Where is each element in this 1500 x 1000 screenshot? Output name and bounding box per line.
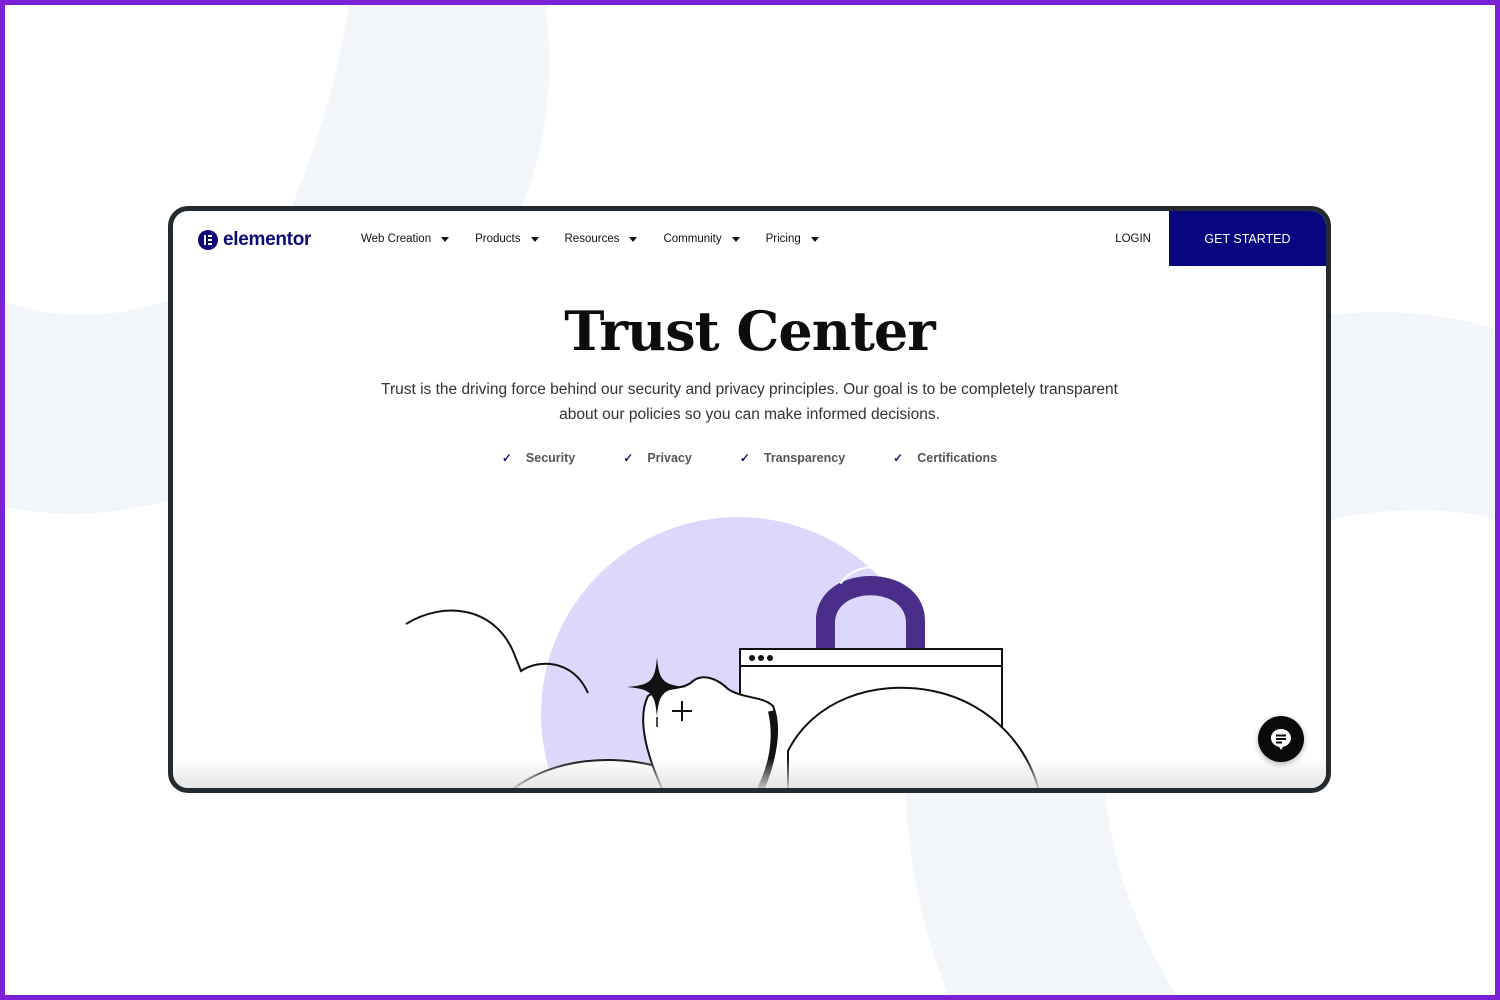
check-icon: ✓ (893, 451, 904, 465)
browser-frame: elementor Web Creation Products Resource… (168, 206, 1331, 793)
feature-label: Security (525, 451, 576, 465)
get-started-button[interactable]: GET STARTED (1169, 211, 1326, 266)
security-illustration (405, 517, 1040, 788)
menu-label: Resources (564, 233, 620, 245)
logo-text: elementor (223, 229, 312, 250)
menu-label: Products (475, 233, 521, 245)
menu-item-web-creation[interactable]: Web Creation (361, 233, 450, 245)
menu-item-pricing[interactable]: Pricing (766, 233, 819, 245)
check-icon: ✓ (501, 451, 512, 465)
feature-links: ✓ Security ✓ Privacy ✓ Transparency ✓ Ce… (173, 451, 1326, 465)
menu-label: Community (663, 233, 722, 245)
feature-security[interactable]: ✓ Security (502, 451, 575, 465)
feature-label: Certifications (917, 451, 998, 465)
menu-item-community[interactable]: Community (663, 233, 740, 245)
elementor-logo-icon (198, 230, 218, 250)
menu-label: Pricing (765, 233, 801, 245)
login-link[interactable]: LOGIN (1115, 233, 1151, 245)
check-icon: ✓ (623, 451, 634, 465)
feature-label: Privacy (647, 451, 692, 465)
feature-certifications[interactable]: ✓ Certifications (893, 451, 997, 465)
page-title: Trust Center (564, 299, 935, 363)
hero-description: Trust is the driving force behind our se… (381, 381, 1118, 423)
menu-label: Web Creation (361, 233, 432, 245)
main-menu: Web Creation Products Resources Communit… (361, 233, 845, 245)
menu-item-products[interactable]: Products (475, 233, 539, 245)
caret-down-icon (629, 236, 638, 242)
chat-bubble-icon (1271, 729, 1291, 750)
feature-label: Transparency (763, 451, 846, 465)
menu-item-resources[interactable]: Resources (565, 233, 638, 245)
feature-privacy[interactable]: ✓ Privacy (623, 451, 692, 465)
feature-transparency[interactable]: ✓ Transparency (740, 451, 845, 465)
check-icon: ✓ (739, 451, 750, 465)
caret-down-icon (731, 236, 740, 242)
chat-button[interactable] (1258, 716, 1304, 762)
caret-down-icon (441, 236, 450, 242)
caret-down-icon (810, 236, 819, 242)
top-navigation: elementor Web Creation Products Resource… (173, 211, 1326, 269)
elementor-logo[interactable]: elementor (198, 229, 311, 251)
caret-down-icon (530, 236, 539, 242)
bottom-fade (173, 758, 1326, 788)
